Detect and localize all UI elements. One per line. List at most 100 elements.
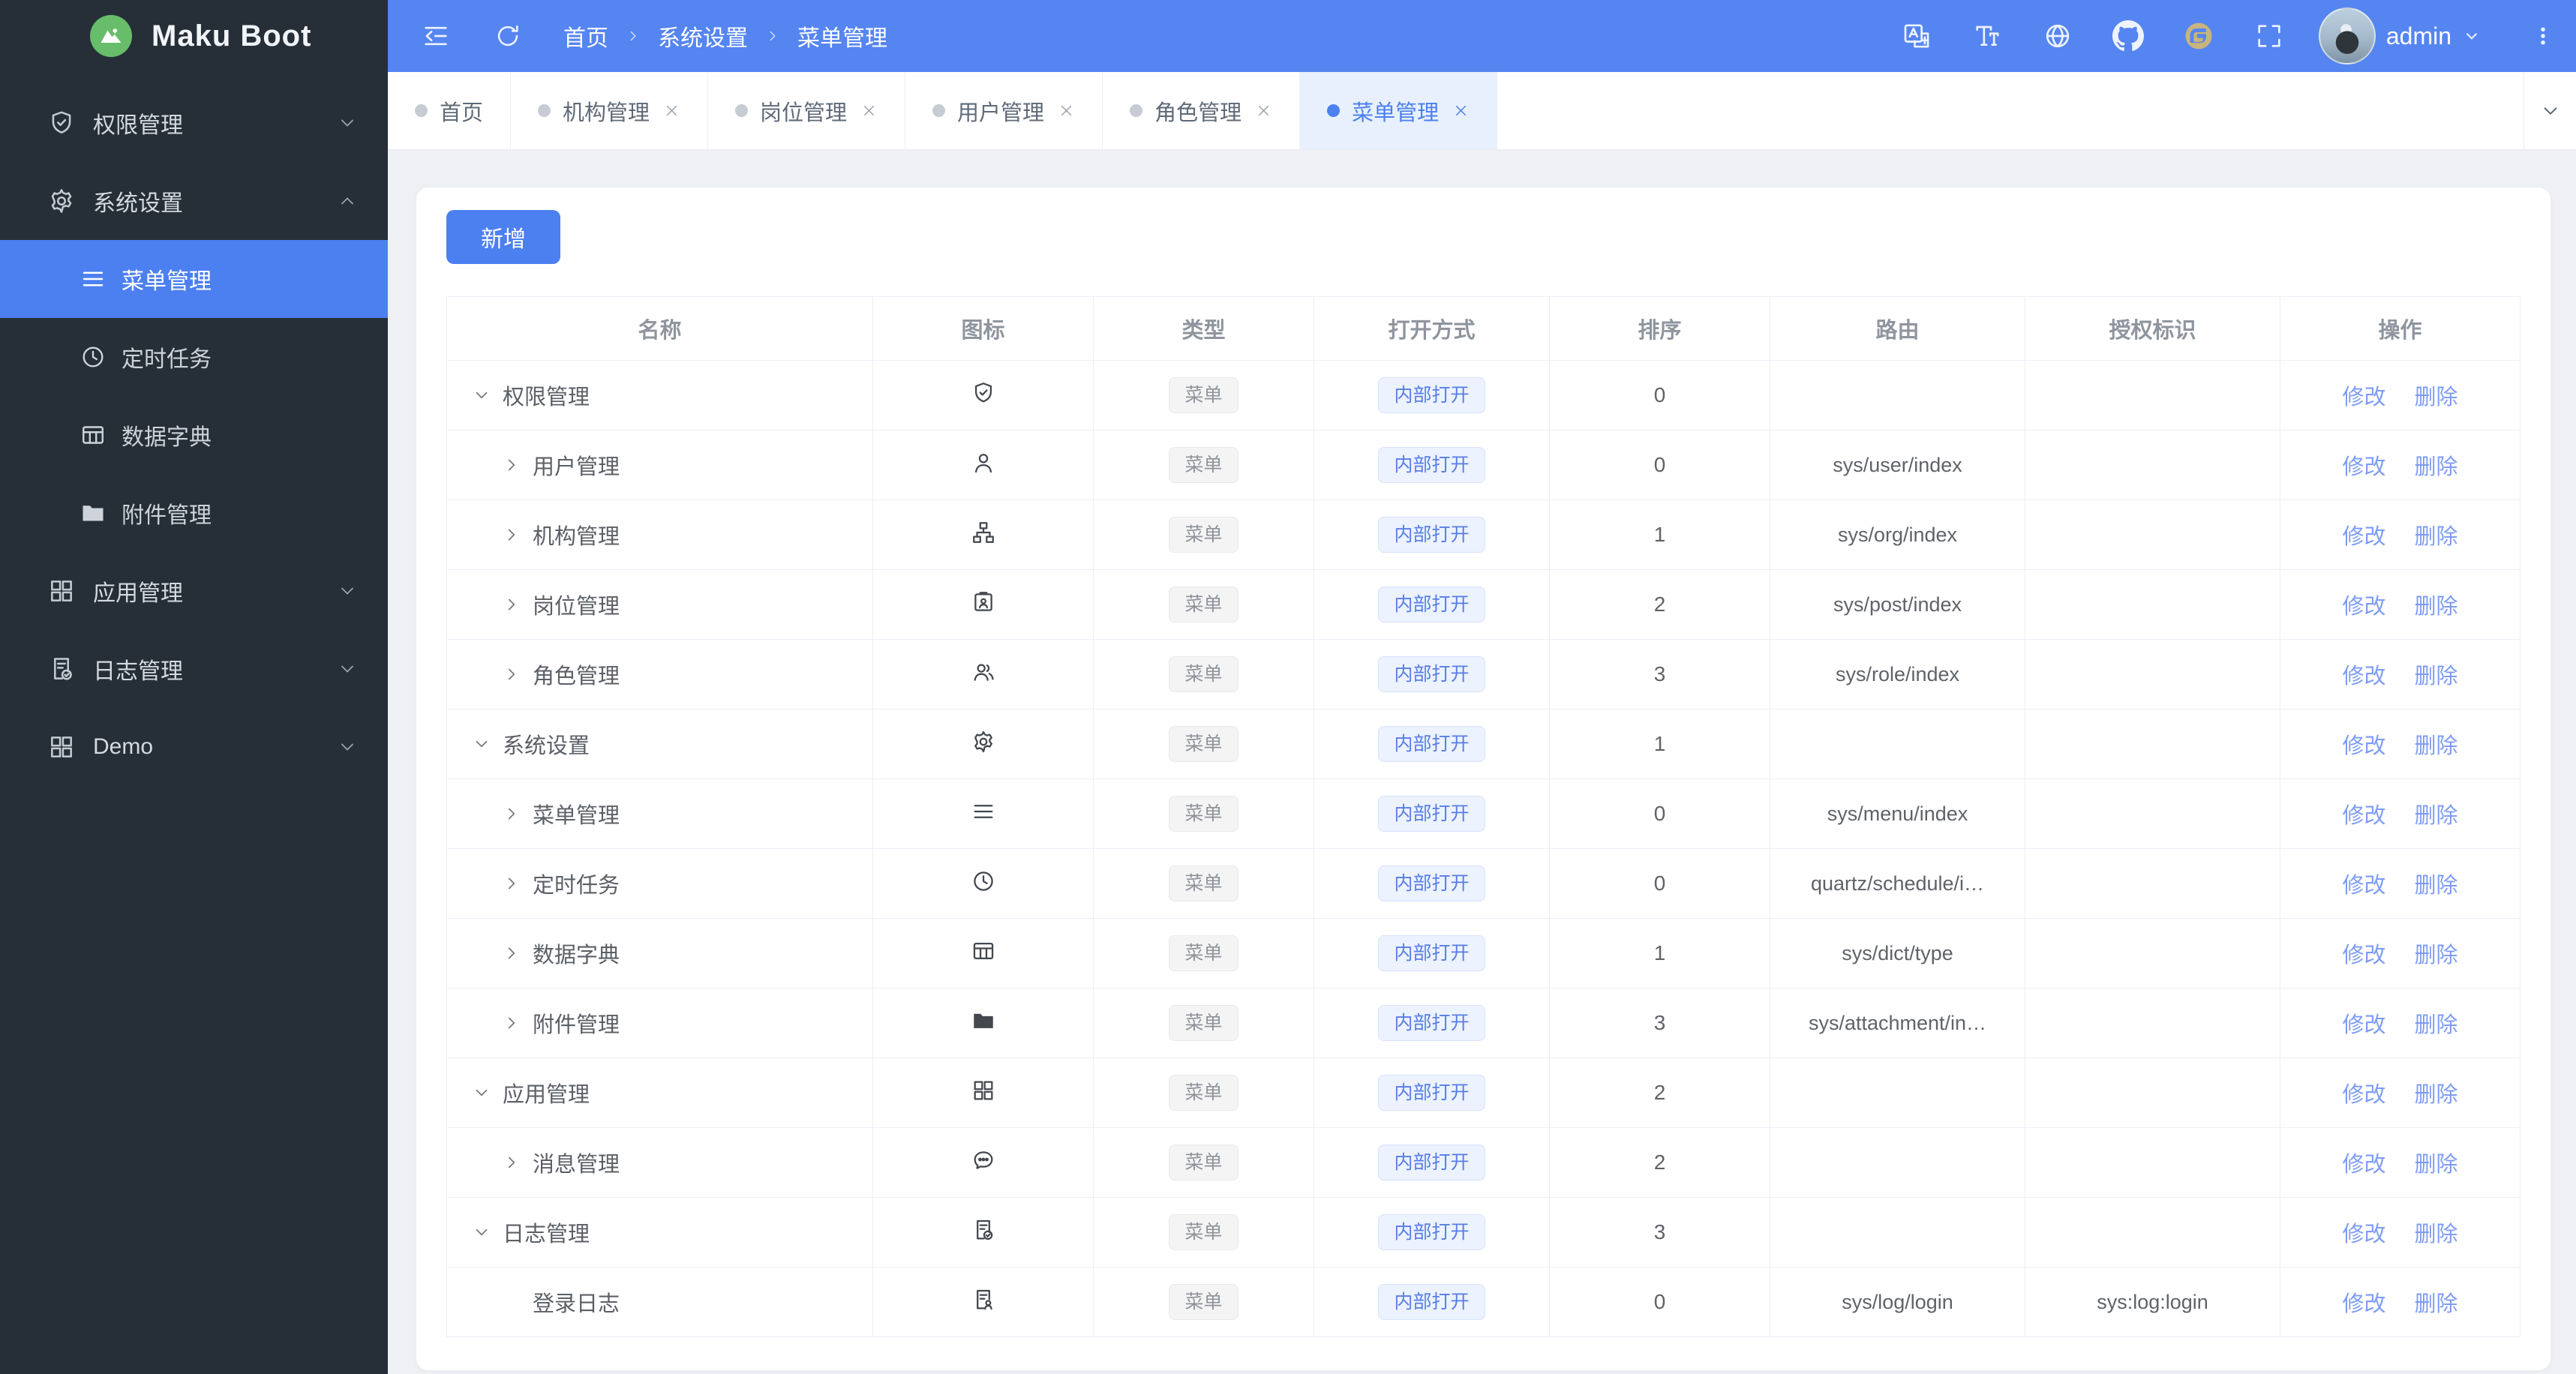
type-tag: 菜单	[1169, 517, 1238, 553]
close-icon[interactable]	[663, 102, 680, 119]
tree-expand-icon[interactable]	[498, 800, 525, 827]
delete-link[interactable]: 删除	[2415, 1083, 2458, 1107]
sidebar-subitem-数据字典[interactable]: 数据字典	[0, 396, 388, 474]
table-row: 消息管理 菜单 内部打开 2 修改 删除	[446, 1127, 2520, 1198]
edit-link[interactable]: 修改	[2342, 1222, 2385, 1246]
chevron-down-icon	[337, 736, 358, 758]
sidebar-subitem-菜单管理[interactable]: 菜单管理	[0, 240, 388, 318]
sidebar-item-2[interactable]: 系统设置	[0, 162, 388, 240]
edit-link[interactable]: 修改	[2342, 525, 2385, 549]
sidebar-item-3[interactable]: 应用管理	[0, 552, 388, 630]
delete-link[interactable]: 删除	[2415, 1292, 2458, 1316]
route-value: sys/user/index	[1833, 454, 1962, 476]
edit-link[interactable]: 修改	[2342, 664, 2385, 688]
globe-icon[interactable]	[2041, 20, 2074, 52]
edit-link[interactable]: 修改	[2342, 386, 2385, 410]
font-size-icon[interactable]	[1971, 20, 2004, 52]
sidebar-subitem-label: 附件管理	[122, 503, 212, 528]
sort-value: 1	[1653, 523, 1666, 546]
clock-icon	[971, 868, 996, 894]
type-tag: 菜单	[1169, 1075, 1238, 1111]
edit-link[interactable]: 修改	[2342, 1153, 2385, 1177]
sidebar-subitem-定时任务[interactable]: 定时任务	[0, 318, 388, 396]
sort-value: 1	[1653, 732, 1666, 755]
tab-机构管理[interactable]: 机构管理	[511, 72, 709, 149]
edit-link[interactable]: 修改	[2342, 1013, 2385, 1037]
delete-link[interactable]: 删除	[2415, 664, 2458, 688]
tab-bar: 首页 机构管理 岗位管理 用户管理 角色管理 菜单管理	[388, 72, 2576, 150]
delete-link[interactable]: 删除	[2415, 734, 2458, 758]
delete-link[interactable]: 删除	[2415, 595, 2458, 619]
edit-link[interactable]: 修改	[2342, 874, 2385, 898]
close-icon[interactable]	[860, 102, 878, 119]
delete-link[interactable]: 删除	[2415, 944, 2458, 968]
edit-link[interactable]: 修改	[2342, 804, 2385, 828]
close-icon[interactable]	[1452, 102, 1470, 119]
delete-link[interactable]: 删除	[2415, 455, 2458, 479]
tree-expand-icon[interactable]	[498, 870, 525, 897]
tree-expand-icon[interactable]	[498, 591, 525, 618]
apps-icon	[47, 576, 77, 606]
tree-expand-icon[interactable]	[468, 730, 495, 758]
edit-link[interactable]: 修改	[2342, 1083, 2385, 1107]
edit-link[interactable]: 修改	[2342, 944, 2385, 968]
close-icon[interactable]	[1255, 102, 1272, 119]
close-icon[interactable]	[1058, 102, 1075, 119]
delete-link[interactable]: 删除	[2415, 874, 2458, 898]
avatar[interactable]	[2318, 8, 2376, 64]
tree-expand-icon[interactable]	[468, 1079, 495, 1106]
collapse-sidebar-icon[interactable]	[419, 20, 452, 52]
sidebar-item-5[interactable]: Demo	[0, 708, 388, 786]
menu-name: 机构管理	[533, 525, 620, 549]
edit-link[interactable]: 修改	[2342, 734, 2385, 758]
user-menu[interactable]: admin	[2318, 8, 2481, 64]
delete-link[interactable]: 删除	[2415, 804, 2458, 828]
add-button[interactable]: 新增	[446, 210, 560, 264]
tab-首页[interactable]: 首页	[388, 72, 512, 149]
dict-icon	[971, 938, 996, 964]
gitee-icon[interactable]	[2182, 20, 2215, 52]
tab-list-dropdown[interactable]	[2523, 72, 2576, 149]
delete-link[interactable]: 删除	[2415, 386, 2458, 410]
breadcrumb-item[interactable]: 菜单管理	[797, 20, 887, 52]
folder-icon	[78, 498, 108, 528]
more-options-icon[interactable]	[2526, 20, 2559, 52]
tab-角色管理[interactable]: 角色管理	[1103, 72, 1301, 149]
menu-name: 数据字典	[533, 944, 620, 968]
tree-expand-icon[interactable]	[498, 1149, 525, 1176]
sidebar-item-1[interactable]: 权限管理	[0, 84, 388, 162]
edit-link[interactable]: 修改	[2342, 455, 2385, 479]
sort-value: 2	[1653, 592, 1666, 616]
tree-expand-icon[interactable]	[468, 382, 495, 409]
delete-link[interactable]: 删除	[2415, 1222, 2458, 1246]
sidebar-subitem-附件管理[interactable]: 附件管理	[0, 474, 388, 552]
breadcrumb-item[interactable]: 系统设置	[658, 20, 748, 52]
breadcrumb-item[interactable]: 首页	[563, 20, 608, 52]
apps-icon	[47, 732, 77, 762]
type-tag: 菜单	[1169, 377, 1238, 413]
tree-expand-icon[interactable]	[468, 1219, 495, 1246]
tree-expand-icon[interactable]	[498, 661, 525, 688]
github-icon[interactable]	[2112, 20, 2145, 52]
tab-岗位管理[interactable]: 岗位管理	[708, 72, 906, 149]
tree-expand-icon[interactable]	[498, 521, 525, 548]
edit-link[interactable]: 修改	[2342, 1292, 2385, 1316]
menu-name: 应用管理	[503, 1083, 590, 1107]
delete-link[interactable]: 删除	[2415, 1013, 2458, 1037]
tab-label: 用户管理	[957, 100, 1045, 125]
tree-expand-icon[interactable]	[498, 940, 525, 967]
table-row: 日志管理 菜单 内部打开 3 修改 删除	[446, 1197, 2520, 1268]
tree-expand-icon[interactable]	[498, 1010, 525, 1036]
refresh-icon[interactable]	[491, 20, 524, 52]
delete-link[interactable]: 删除	[2415, 525, 2458, 549]
table-row: 系统设置 菜单 内部打开 1 修改 删除	[446, 709, 2520, 779]
sidebar-item-4[interactable]: 日志管理	[0, 630, 388, 708]
edit-link[interactable]: 修改	[2342, 595, 2385, 619]
tree-expand-icon[interactable]	[498, 452, 525, 478]
column-header-名称: 名称	[446, 296, 873, 361]
delete-link[interactable]: 删除	[2415, 1153, 2458, 1177]
tab-菜单管理[interactable]: 菜单管理	[1300, 72, 1498, 149]
tab-用户管理[interactable]: 用户管理	[905, 72, 1103, 149]
translate-icon[interactable]	[1900, 20, 1933, 52]
fullscreen-icon[interactable]	[2253, 20, 2286, 52]
